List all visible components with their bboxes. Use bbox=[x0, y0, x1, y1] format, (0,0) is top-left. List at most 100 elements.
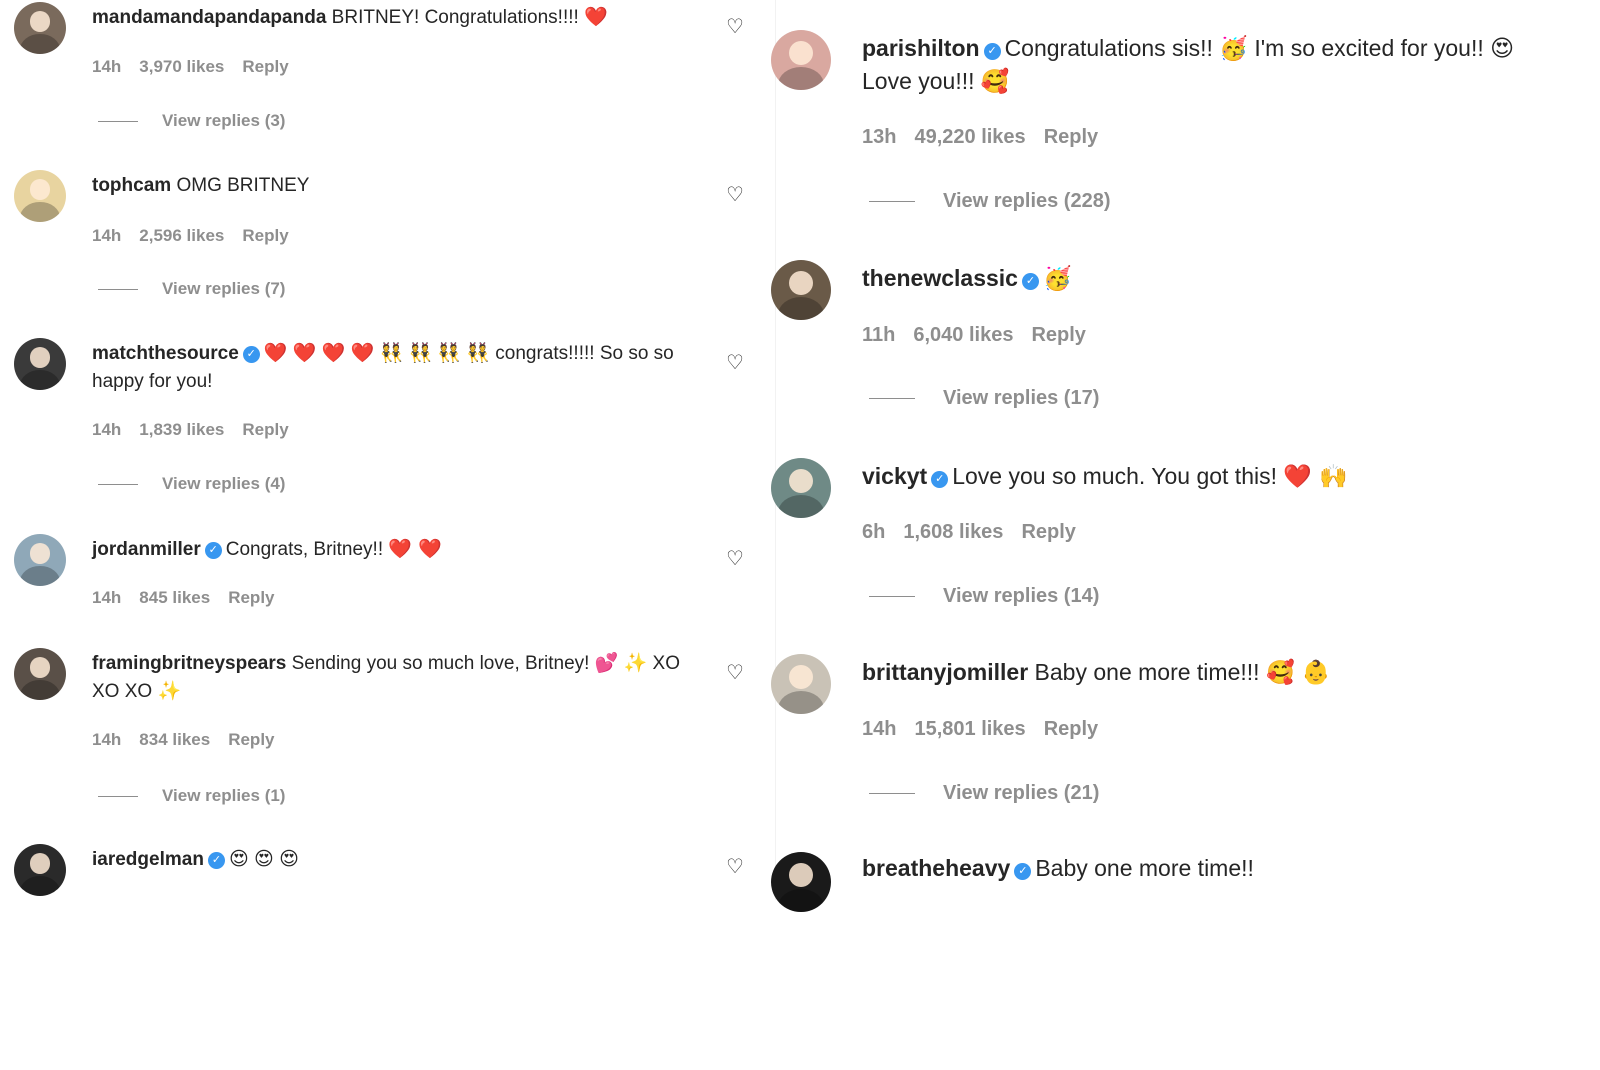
reply-button[interactable]: Reply bbox=[242, 57, 288, 76]
reply-button[interactable]: Reply bbox=[228, 730, 274, 749]
comment-meta: 11h 6,040 likes Reply bbox=[862, 324, 1104, 347]
like-count[interactable]: 834 likes bbox=[139, 730, 210, 749]
like-count[interactable]: 3,970 likes bbox=[139, 57, 224, 76]
reply-button[interactable]: Reply bbox=[242, 226, 288, 245]
avatar-face bbox=[29, 347, 51, 369]
reply-button[interactable]: Reply bbox=[1044, 126, 1098, 148]
heart-outline-icon[interactable]: ♡ bbox=[724, 184, 746, 206]
avatar-face bbox=[789, 664, 813, 689]
comment-text: Baby one more time!! bbox=[1035, 855, 1254, 881]
view-replies-button[interactable]: View replies (1) bbox=[98, 786, 285, 806]
view-replies-label: View replies (21) bbox=[943, 782, 1100, 804]
avatar[interactable] bbox=[771, 30, 831, 90]
view-replies-button[interactable]: View replies (3) bbox=[98, 111, 285, 131]
like-count[interactable]: 15,801 likes bbox=[914, 718, 1025, 740]
username-link[interactable]: jordanmiller bbox=[92, 539, 201, 560]
avatar-face bbox=[29, 543, 51, 565]
comment-item: brittanyjomiller Baby one more time!!! 🥰… bbox=[771, 652, 1600, 872]
view-replies-button[interactable]: View replies (14) bbox=[869, 585, 1099, 608]
view-replies-button[interactable]: View replies (228) bbox=[869, 190, 1111, 213]
username-link[interactable]: mandamandapandapanda bbox=[92, 7, 326, 28]
username-link[interactable]: breatheheavy bbox=[862, 855, 1010, 881]
view-replies-label: View replies (7) bbox=[162, 279, 286, 298]
comment-emoji: ❤️ ❤️ bbox=[388, 538, 442, 560]
comment-meta: 14h 3,970 likes Reply bbox=[92, 57, 307, 77]
comment-emoji: 🥰 👶 bbox=[1265, 660, 1331, 686]
avatar[interactable] bbox=[14, 170, 66, 222]
like-count[interactable]: 1,608 likes bbox=[903, 521, 1003, 543]
comment-time: 14h bbox=[92, 730, 122, 749]
view-replies-button[interactable]: View replies (21) bbox=[869, 782, 1099, 805]
view-replies-label: View replies (3) bbox=[162, 111, 286, 130]
view-replies-button[interactable]: View replies (4) bbox=[98, 474, 285, 494]
comment-time: 14h bbox=[92, 57, 122, 76]
avatar-shoulders bbox=[778, 691, 824, 714]
view-replies-label: View replies (4) bbox=[162, 474, 286, 493]
verified-badge-icon: ✓ bbox=[204, 542, 222, 559]
heart-outline-icon[interactable]: ♡ bbox=[724, 662, 746, 684]
comment-meta: 14h 845 likes Reply bbox=[92, 588, 293, 608]
view-replies-button[interactable]: View replies (7) bbox=[98, 279, 285, 299]
comment-time: 14h bbox=[92, 226, 122, 245]
reply-button[interactable]: Reply bbox=[1021, 521, 1075, 543]
like-count[interactable]: 1,839 likes bbox=[139, 420, 224, 439]
like-count[interactable]: 6,040 likes bbox=[913, 324, 1013, 346]
avatar-face bbox=[789, 270, 813, 295]
avatar-shoulders bbox=[20, 202, 60, 222]
reply-button[interactable]: Reply bbox=[1031, 324, 1085, 346]
replies-divider bbox=[869, 596, 915, 598]
username-link[interactable]: vickyt bbox=[862, 463, 927, 489]
avatar-shoulders bbox=[20, 370, 60, 390]
username-link[interactable]: matchthesource bbox=[92, 343, 239, 364]
replies-divider bbox=[869, 398, 915, 400]
avatar[interactable] bbox=[771, 852, 831, 912]
heart-outline-icon[interactable]: ♡ bbox=[724, 856, 746, 878]
comment-body: tophcam OMG BRITNEY bbox=[92, 172, 702, 200]
comment-text: Congrats, Britney!! bbox=[225, 539, 384, 560]
avatar-face bbox=[789, 862, 813, 887]
comment-body: matchthesource ✓ ❤️ ❤️ ❤️ ❤️ 👯 👯 👯 👯 congr… bbox=[92, 340, 702, 395]
avatar[interactable] bbox=[14, 338, 66, 390]
comment-item: vickyt ✓ Love you so much. You got this! ❤… bbox=[771, 456, 1600, 676]
comment-emoji: ❤️ 🙌 bbox=[1283, 464, 1348, 490]
avatar[interactable] bbox=[771, 458, 831, 518]
avatar[interactable] bbox=[771, 260, 831, 320]
heart-outline-icon[interactable]: ♡ bbox=[724, 16, 746, 38]
comment-body: framingbritneyspears Sending you so much… bbox=[92, 650, 702, 705]
comment-text: Love you so much. You got this! bbox=[952, 463, 1277, 489]
avatar[interactable] bbox=[14, 648, 66, 700]
heart-outline-icon[interactable]: ♡ bbox=[724, 352, 746, 374]
username-link[interactable]: tophcam bbox=[92, 175, 171, 196]
reply-button[interactable]: Reply bbox=[242, 420, 288, 439]
avatar-shoulders bbox=[778, 495, 824, 518]
replies-divider bbox=[869, 201, 915, 203]
heart-outline-icon[interactable]: ♡ bbox=[724, 548, 746, 570]
avatar-shoulders bbox=[778, 889, 824, 912]
left-comment-column: mandamandapandapanda BRITNEY! Congratula… bbox=[0, 0, 775, 900]
username-link[interactable]: iaredgelman bbox=[92, 849, 204, 870]
avatar-shoulders bbox=[20, 566, 60, 586]
avatar[interactable] bbox=[14, 534, 66, 586]
reply-button[interactable]: Reply bbox=[1044, 718, 1098, 740]
comment-item: thenewclassic ✓ 🥳 11h 6,040 likes Reply View r… bbox=[771, 258, 1600, 478]
replies-divider bbox=[869, 793, 915, 795]
username-link[interactable]: parishilton bbox=[862, 35, 980, 61]
comment-body: parishilton ✓ Congratulations sis!! 🥳 I'm … bbox=[862, 32, 1562, 99]
comment-meta: 13h 49,220 likes Reply bbox=[862, 126, 1116, 149]
comment-time: 14h bbox=[92, 420, 122, 439]
avatar[interactable] bbox=[771, 654, 831, 714]
avatar[interactable] bbox=[14, 2, 66, 54]
username-link[interactable]: framingbritneyspears bbox=[92, 653, 286, 674]
view-replies-button[interactable]: View replies (17) bbox=[869, 387, 1099, 410]
username-link[interactable]: thenewclassic bbox=[862, 265, 1018, 291]
avatar[interactable] bbox=[14, 844, 66, 896]
username-link[interactable]: brittanyjomiller bbox=[862, 659, 1028, 685]
like-count[interactable]: 2,596 likes bbox=[139, 226, 224, 245]
comment-meta: 14h 15,801 likes Reply bbox=[862, 718, 1116, 741]
like-count[interactable]: 49,220 likes bbox=[914, 126, 1025, 148]
comment-time: 13h bbox=[862, 126, 897, 148]
avatar-face bbox=[29, 657, 51, 679]
avatar-shoulders bbox=[20, 876, 60, 896]
like-count[interactable]: 845 likes bbox=[139, 588, 210, 607]
reply-button[interactable]: Reply bbox=[228, 588, 274, 607]
